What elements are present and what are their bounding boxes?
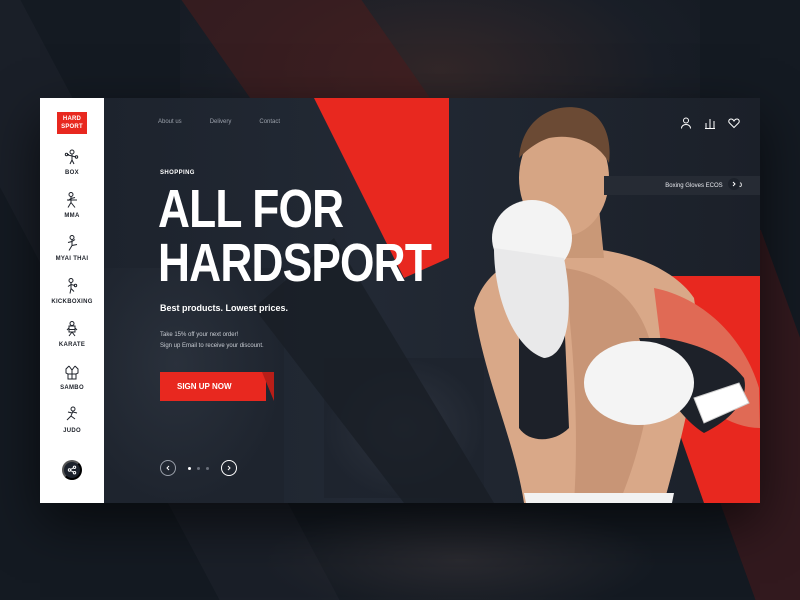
sidebar-item-kickboxing[interactable]: KICKBOXING bbox=[51, 277, 92, 320]
landing-card: HARD SPORT BOX MMA MYAI THAI KICKBOXING … bbox=[40, 98, 760, 503]
sidebar-item-label: MMA bbox=[64, 213, 80, 219]
sidebar-item-label: SAMBO bbox=[60, 385, 84, 391]
sidebar-item-muay-thai[interactable]: MYAI THAI bbox=[56, 234, 89, 277]
hero-title: ALL FOR HARDSPORT bbox=[158, 179, 432, 293]
boxer-icon bbox=[64, 149, 79, 165]
logo-line2: SPORT bbox=[61, 124, 83, 130]
sidebar-item-judo[interactable]: JUDO bbox=[63, 406, 81, 449]
mma-fighter-icon bbox=[67, 192, 77, 208]
slider-dot[interactable] bbox=[206, 466, 209, 470]
sidebar: HARD SPORT BOX MMA MYAI THAI KICKBOXING … bbox=[40, 98, 104, 503]
chevron-right-icon bbox=[227, 465, 231, 471]
promo-line2: Sign up Email to receive your discount. bbox=[160, 343, 264, 349]
boxer-shorts bbox=[524, 493, 674, 503]
sport-nav: BOX MMA MYAI THAI KICKBOXING KARATE SAMB… bbox=[51, 148, 92, 449]
chevron-left-icon bbox=[166, 465, 170, 471]
slider-controls bbox=[160, 460, 237, 476]
sidebar-item-sambo[interactable]: SAMBO bbox=[60, 363, 84, 406]
share-button[interactable] bbox=[62, 460, 82, 480]
sidebar-item-label: MYAI THAI bbox=[55, 256, 89, 262]
hero-subtitle: Best products. Lowest prices. bbox=[160, 303, 289, 313]
product-arrow-button[interactable] bbox=[728, 178, 740, 190]
karate-icon bbox=[66, 321, 78, 337]
nav-contact[interactable]: Contact bbox=[259, 119, 280, 125]
hero-title-line2: HARDSPORT bbox=[158, 233, 432, 293]
boxer-glove-right bbox=[584, 341, 694, 425]
muay-thai-icon bbox=[67, 235, 78, 251]
slider-next-button[interactable] bbox=[221, 460, 237, 476]
slider-dot[interactable] bbox=[197, 466, 200, 470]
slider-prev-button[interactable] bbox=[160, 460, 176, 476]
slider-dots bbox=[188, 466, 209, 470]
top-nav: About us Delivery Contact bbox=[158, 119, 280, 125]
background-bottom-glow bbox=[260, 500, 660, 600]
sidebar-item-karate[interactable]: KARATE bbox=[59, 320, 85, 363]
share-icon bbox=[67, 465, 77, 475]
product-name: Boxing Gloves ECOS bbox=[665, 182, 723, 189]
sign-up-button[interactable]: SIGN UP NOW bbox=[160, 372, 266, 401]
logo-line1: HARD bbox=[62, 116, 82, 122]
user-icon[interactable] bbox=[679, 116, 693, 130]
boxer-photo bbox=[474, 107, 760, 503]
hero-title-line1: ALL FOR bbox=[158, 179, 344, 239]
kickboxer-icon bbox=[67, 278, 78, 294]
promo-line1: Take 15% off your next order! bbox=[160, 332, 239, 338]
brand-logo[interactable]: HARD SPORT bbox=[57, 112, 87, 134]
sidebar-item-label: JUDO bbox=[63, 428, 81, 434]
nav-delivery[interactable]: Delivery bbox=[210, 119, 232, 125]
sambo-jacket-icon bbox=[65, 365, 79, 380]
hero-section: About us Delivery Contact Boxing Gloves … bbox=[104, 98, 760, 503]
nav-about-us[interactable]: About us bbox=[158, 119, 182, 125]
hero-eyebrow: SHOPPING bbox=[160, 170, 195, 176]
heart-icon[interactable] bbox=[727, 116, 741, 130]
sidebar-item-label: KARATE bbox=[58, 342, 86, 348]
promo-text: Take 15% off your next order! Sign up Em… bbox=[160, 330, 264, 352]
stats-icon[interactable] bbox=[703, 116, 717, 130]
sidebar-item-label: BOX bbox=[65, 170, 79, 176]
chevron-right-icon bbox=[732, 181, 736, 187]
slider-dot-active[interactable] bbox=[188, 466, 191, 470]
header-icons bbox=[679, 116, 741, 130]
sign-up-button-accent bbox=[262, 372, 274, 401]
sidebar-item-label: KICKBOXING bbox=[51, 299, 93, 305]
judo-icon bbox=[66, 406, 78, 421]
sidebar-item-box[interactable]: BOX bbox=[63, 148, 81, 191]
sidebar-item-mma[interactable]: MMA bbox=[63, 191, 81, 234]
